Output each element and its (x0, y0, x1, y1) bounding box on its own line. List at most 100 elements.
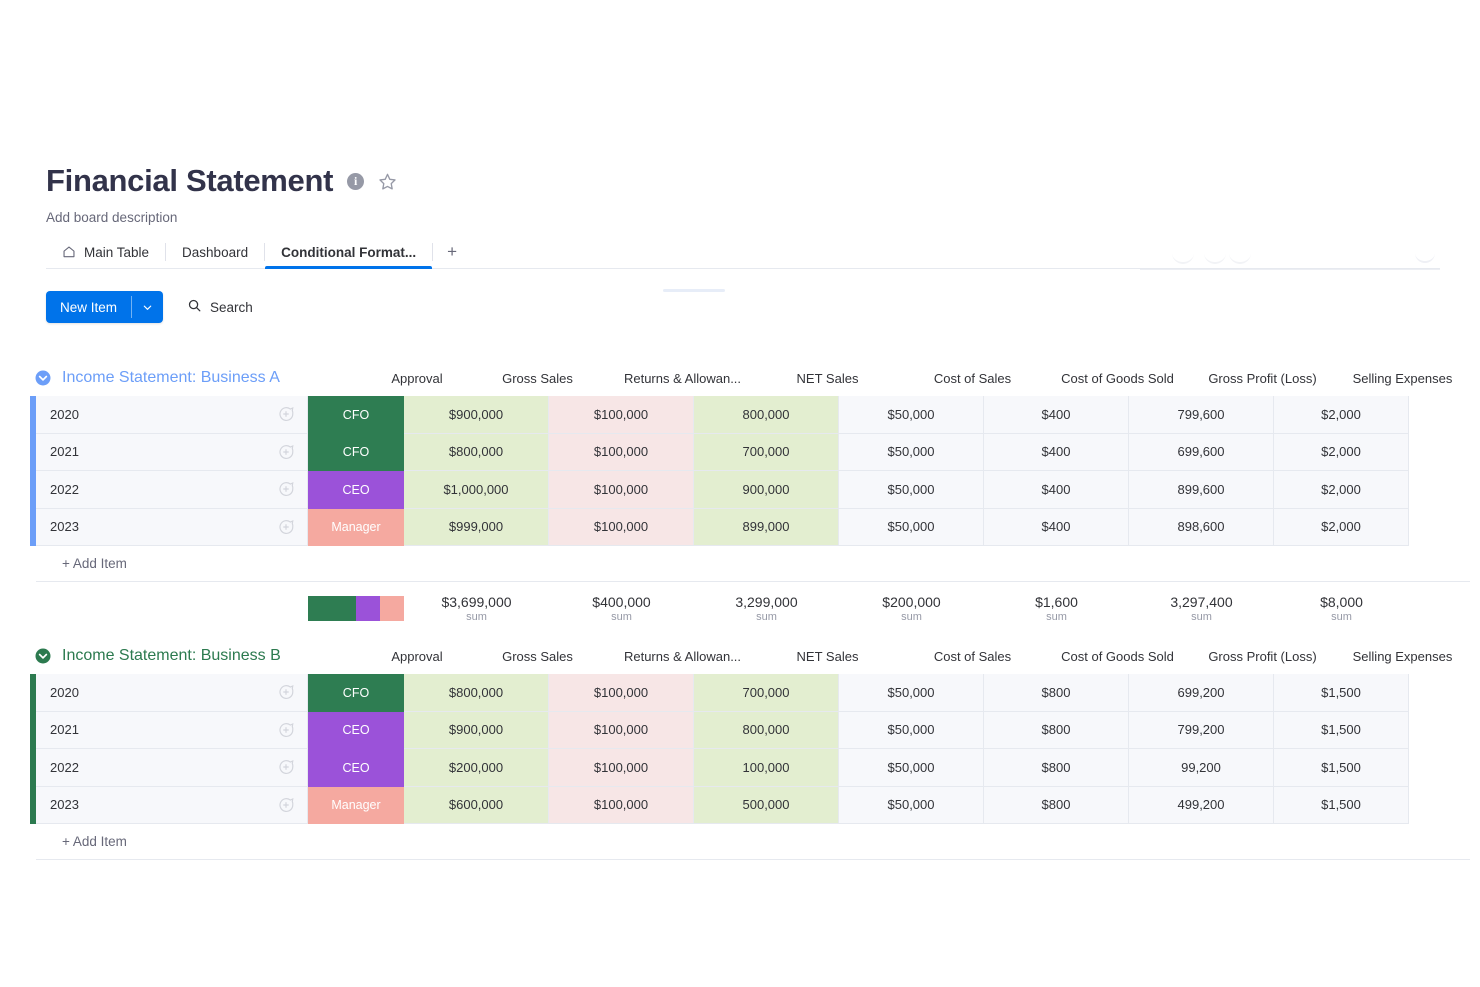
table-cell[interactable]: 900,000 (694, 471, 839, 509)
status-badge[interactable]: CEO (308, 711, 404, 749)
table-cell[interactable]: $400 (984, 396, 1129, 434)
status-badge[interactable]: CEO (308, 749, 404, 787)
add-update-chat-icon[interactable] (277, 480, 295, 498)
table-row[interactable]: 2022 CEO $1,000,000 $100,000 900,000 $50,000 $… (30, 471, 1470, 509)
table-cell[interactable]: $50,000 (839, 786, 984, 824)
table-cell[interactable]: 799,600 (1129, 396, 1274, 434)
table-cell[interactable]: $800,000 (404, 433, 549, 471)
table-cell[interactable]: 899,600 (1129, 471, 1274, 509)
summary-cell[interactable]: 3,297,400 sum (1129, 594, 1274, 623)
column-header[interactable]: Returns & Allowan... (610, 649, 755, 664)
tab-conditional-formatting[interactable]: Conditional Format... (265, 236, 433, 269)
table-cell[interactable]: $200,000 (404, 749, 549, 787)
summary-cell[interactable]: $400,000 sum (549, 594, 694, 623)
summary-cell[interactable]: $1,600 sum (984, 594, 1129, 623)
table-cell[interactable]: 700,000 (694, 674, 839, 712)
star-icon[interactable] (378, 172, 397, 191)
tab-main-table[interactable]: Main Table (46, 236, 165, 268)
add-update-chat-icon[interactable] (277, 518, 295, 536)
column-header[interactable]: Cost of Sales (900, 371, 1045, 386)
table-cell[interactable]: $800 (984, 674, 1129, 712)
add-update-chat-icon[interactable] (277, 405, 295, 423)
table-cell[interactable]: $100,000 (549, 786, 694, 824)
table-cell[interactable]: $900,000 (404, 396, 549, 434)
table-cell[interactable]: $1,500 (1274, 749, 1409, 787)
row-name-cell[interactable]: 2023 (36, 508, 308, 546)
summary-status-distribution[interactable] (308, 595, 404, 621)
column-header[interactable]: Cost of Goods Sold (1045, 371, 1190, 386)
group-title[interactable]: Income Statement: Business A (62, 369, 280, 387)
row-name-cell[interactable]: 2021 (36, 711, 308, 749)
table-row[interactable]: 2023 Manager $999,000 $100,000 899,000 $50,00… (30, 508, 1470, 546)
column-header[interactable]: Returns & Allowan... (610, 371, 755, 386)
row-name-cell[interactable]: 2020 (36, 396, 308, 434)
add-update-chat-icon[interactable] (277, 683, 295, 701)
status-badge[interactable]: Manager (308, 508, 404, 546)
table-cell[interactable]: $100,000 (549, 508, 694, 546)
column-header[interactable]: Cost of Goods Sold (1045, 649, 1190, 664)
search-button[interactable]: Search (187, 298, 253, 316)
summary-cell[interactable]: 3,299,000 sum (694, 594, 839, 623)
row-name-cell[interactable]: 2023 (36, 786, 308, 824)
table-cell[interactable]: $100,000 (549, 749, 694, 787)
group-title[interactable]: Income Statement: Business B (62, 647, 281, 665)
table-cell[interactable]: $100,000 (549, 471, 694, 509)
new-item-button[interactable]: New Item (46, 291, 164, 323)
table-cell[interactable]: $100,000 (549, 396, 694, 434)
table-cell[interactable]: 799,200 (1129, 711, 1274, 749)
column-header[interactable]: Gross Sales (465, 649, 610, 664)
table-cell[interactable]: 499,200 (1129, 786, 1274, 824)
table-cell[interactable]: $600,000 (404, 786, 549, 824)
table-cell[interactable]: $400 (984, 471, 1129, 509)
table-cell[interactable]: 700,000 (694, 433, 839, 471)
row-name-cell[interactable]: 2022 (36, 749, 308, 787)
table-row[interactable]: 2021 CFO $800,000 $100,000 700,000 $50,000 $40… (30, 433, 1470, 471)
table-cell[interactable]: 99,200 (1129, 749, 1274, 787)
summary-cell[interactable]: $200,000 sum (839, 594, 984, 623)
table-cell[interactable]: 899,000 (694, 508, 839, 546)
table-cell[interactable]: $900,000 (404, 711, 549, 749)
table-cell[interactable]: $50,000 (839, 749, 984, 787)
table-cell[interactable]: $800,000 (404, 674, 549, 712)
column-header[interactable]: NET Sales (755, 649, 900, 664)
table-cell[interactable]: 800,000 (694, 396, 839, 434)
table-cell[interactable]: $1,500 (1274, 674, 1409, 712)
add-update-chat-icon[interactable] (277, 443, 295, 461)
table-cell[interactable]: $50,000 (839, 471, 984, 509)
table-row[interactable]: 2022 CEO $200,000 $100,000 100,000 $50,000 $80… (30, 749, 1470, 787)
column-header[interactable]: NET Sales (755, 371, 900, 386)
add-view-button[interactable]: + (433, 236, 471, 268)
table-cell[interactable]: $1,500 (1274, 711, 1409, 749)
table-cell[interactable]: $800 (984, 786, 1129, 824)
chevron-down-icon[interactable] (132, 291, 163, 323)
table-cell[interactable]: $100,000 (549, 674, 694, 712)
row-name-cell[interactable]: 2021 (36, 433, 308, 471)
table-cell[interactable]: $100,000 (549, 711, 694, 749)
table-cell[interactable]: $800 (984, 749, 1129, 787)
column-header[interactable]: Selling Expenses (1335, 649, 1470, 664)
summary-cell[interactable]: $8,000 sum (1274, 594, 1409, 623)
table-cell[interactable]: $2,000 (1274, 471, 1409, 509)
column-header[interactable]: Selling Expenses (1335, 371, 1470, 386)
table-cell[interactable]: $2,000 (1274, 508, 1409, 546)
info-icon[interactable]: i (347, 172, 365, 190)
table-cell[interactable]: $800 (984, 711, 1129, 749)
table-cell[interactable]: $50,000 (839, 508, 984, 546)
table-cell[interactable]: $50,000 (839, 433, 984, 471)
tab-dashboard[interactable]: Dashboard (166, 236, 264, 268)
table-cell[interactable]: 898,600 (1129, 508, 1274, 546)
add-update-chat-icon[interactable] (277, 758, 295, 776)
chevron-down-circle-icon[interactable] (34, 369, 52, 387)
chevron-down-circle-icon[interactable] (34, 647, 52, 665)
table-cell[interactable]: 699,600 (1129, 433, 1274, 471)
column-header[interactable]: Gross Profit (Loss) (1190, 371, 1335, 386)
column-header[interactable]: Gross Profit (Loss) (1190, 649, 1335, 664)
table-cell[interactable]: $999,000 (404, 508, 549, 546)
table-cell[interactable]: $1,500 (1274, 786, 1409, 824)
table-row[interactable]: 2020 CFO $800,000 $100,000 700,000 $50,000 $80… (30, 674, 1470, 712)
table-row[interactable]: 2020 CFO $900,000 $100,000 800,000 $50,000 $40… (30, 396, 1470, 434)
column-header[interactable]: Approval (369, 371, 465, 386)
status-badge[interactable]: CFO (308, 433, 404, 471)
table-cell[interactable]: $100,000 (549, 433, 694, 471)
board-description[interactable]: Add board description (46, 210, 397, 225)
